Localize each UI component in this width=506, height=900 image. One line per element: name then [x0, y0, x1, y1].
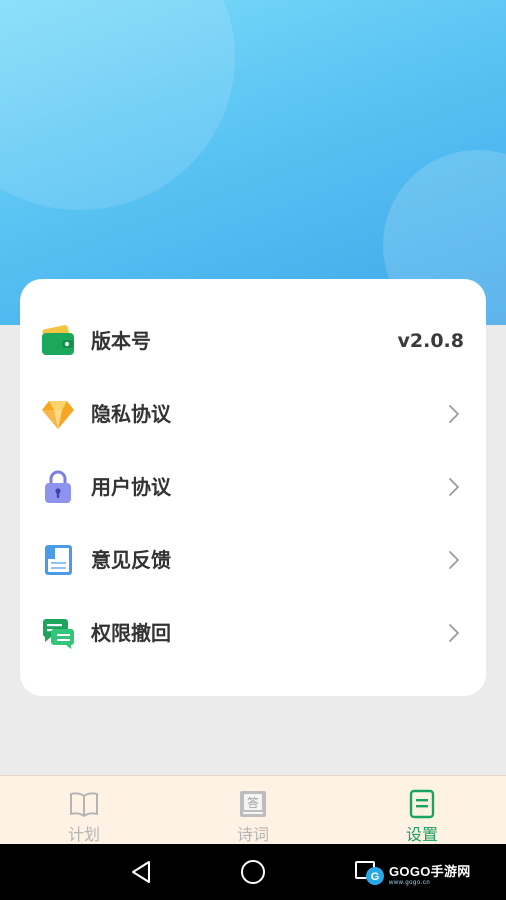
chevron-right-icon [449, 624, 459, 642]
wallet-icon [42, 325, 74, 355]
settings-item-permission-revoke[interactable]: 权限撤回 [20, 597, 486, 669]
settings-item-user-agreement[interactable]: 用户协议 [20, 451, 486, 523]
settings-item-label: 隐私协议 [91, 402, 171, 426]
chevron-right-icon [449, 478, 459, 496]
settings-card: 版本号 v2.0.8 隐私协议 用户协议 意见反馈 权限撤回 [20, 279, 486, 696]
document-icon [409, 789, 435, 819]
system-navigation-bar: G GOGO手游网 www.gogo.cn [0, 844, 506, 900]
diamond-icon [42, 401, 74, 429]
version-value: v2.0.8 [397, 330, 464, 352]
open-book-icon [70, 792, 98, 817]
book-icon [45, 545, 72, 575]
header-banner [0, 0, 506, 325]
poem-book-icon: 答 [240, 791, 266, 817]
lock-icon [45, 470, 71, 503]
settings-item-label: 意见反馈 [91, 548, 171, 572]
decorative-bubble [0, 0, 235, 210]
home-icon[interactable] [239, 858, 267, 886]
settings-item-label: 版本号 [91, 329, 151, 353]
chat-icon [42, 619, 74, 649]
chevron-right-icon [449, 551, 459, 569]
tab-label: 设置 [405, 825, 438, 844]
bottom-tab-bar: 计划 答 诗词 设置 [0, 775, 506, 845]
svg-text:G: G [371, 871, 380, 883]
tab-label: 诗词 [236, 825, 269, 844]
tab-settings[interactable]: 设置 [338, 776, 506, 845]
tab-plan[interactable]: 计划 [0, 776, 168, 845]
settings-item-label: 权限撤回 [91, 621, 171, 645]
chevron-right-icon [449, 405, 459, 423]
tab-label: 计划 [67, 825, 100, 844]
watermark-text: GOGO手游网 [389, 863, 471, 879]
settings-item-version: 版本号 v2.0.8 [20, 305, 486, 377]
settings-item-privacy[interactable]: 隐私协议 [20, 378, 486, 450]
recents-icon[interactable]: G [355, 860, 385, 886]
tab-poems[interactable]: 答 诗词 [169, 776, 337, 845]
svg-text:答: 答 [247, 795, 259, 810]
back-icon[interactable] [128, 858, 156, 886]
watermark-sub: www.gogo.cn [389, 879, 431, 886]
settings-item-feedback[interactable]: 意见反馈 [20, 524, 486, 596]
settings-item-label: 用户协议 [91, 475, 171, 499]
watermark: G GOGO手游网 www.gogo.cn [355, 860, 471, 886]
